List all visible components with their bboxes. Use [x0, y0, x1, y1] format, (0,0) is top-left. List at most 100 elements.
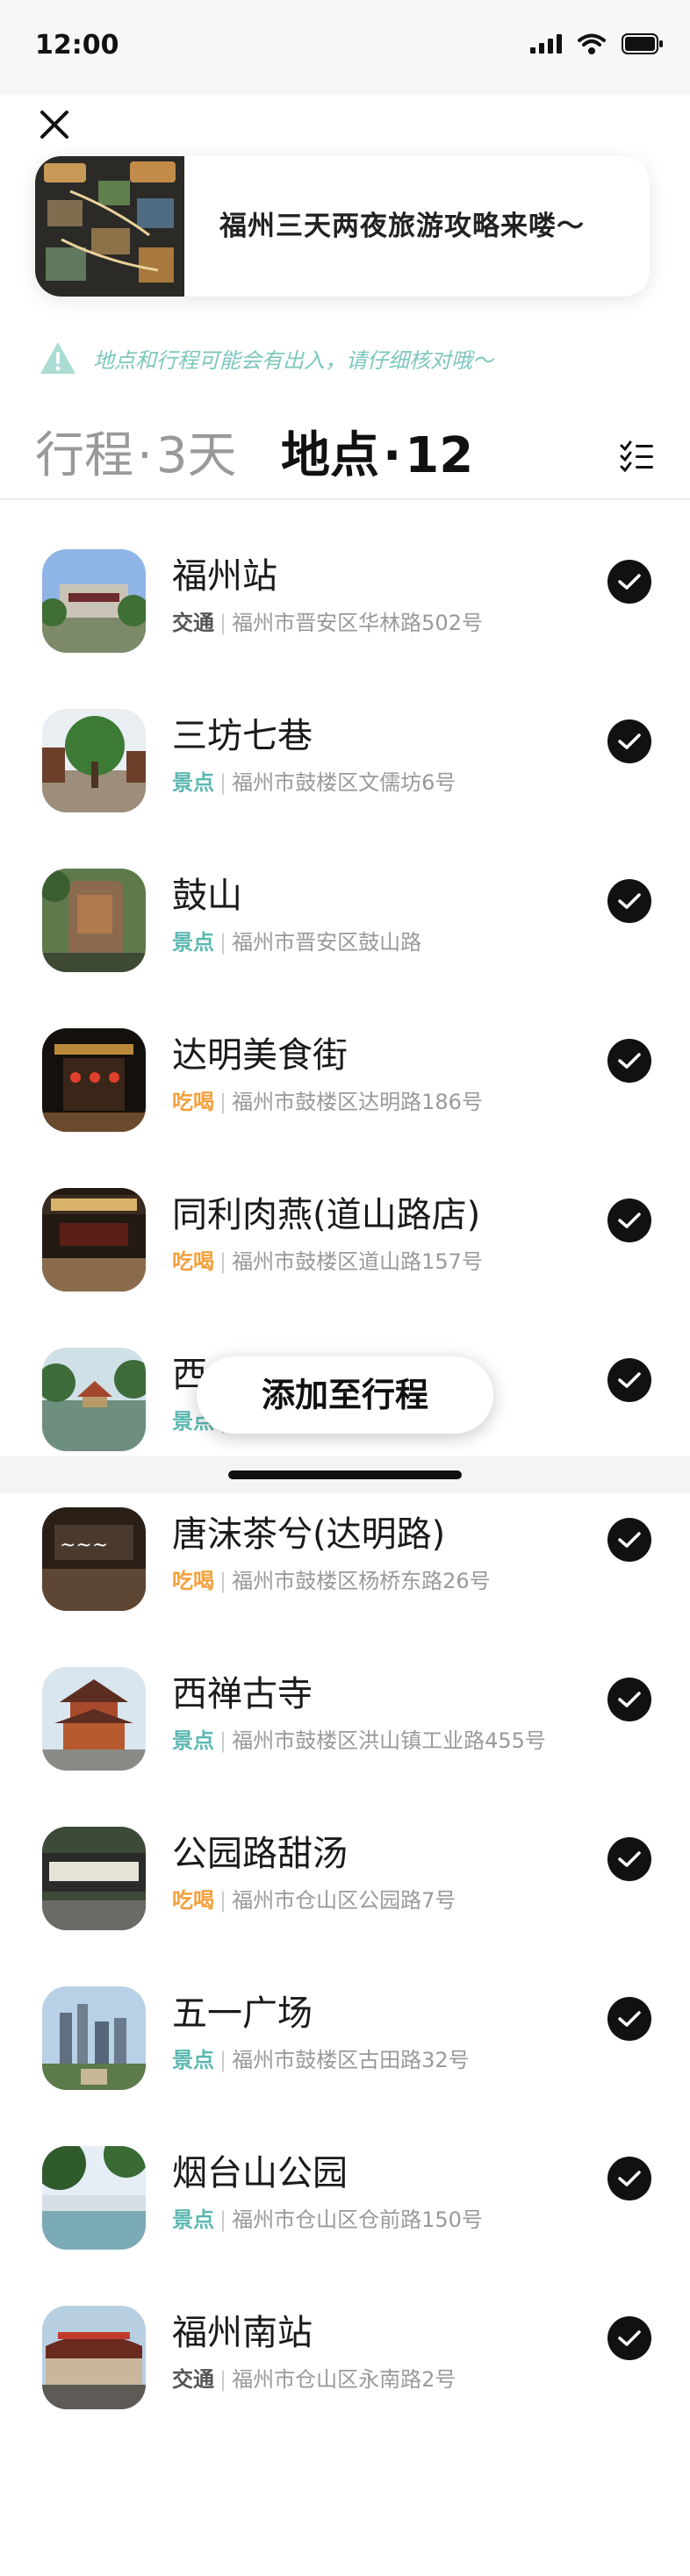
tab-itinerary[interactable]: 行程·3天 — [35, 421, 236, 491]
status-time: 12:00 — [35, 30, 119, 61]
place-checkbox[interactable] — [607, 879, 651, 923]
place-checkbox[interactable] — [607, 1518, 651, 1562]
checkmark-icon — [618, 1851, 641, 1867]
category-divider: | — [219, 2048, 227, 2072]
place-category: 景点 — [172, 2048, 214, 2072]
tab-places-label: 地点 — [281, 427, 379, 484]
place-row[interactable]: 鼓山景点 | 福州市晋安区鼓山路 — [0, 821, 690, 981]
add-to-itinerary-button[interactable]: 添加至行程 — [197, 1356, 493, 1434]
place-thumbnail — [42, 1348, 146, 1451]
tab-itinerary-label: 行程 — [35, 427, 133, 484]
place-subtitle: 吃喝 | 福州市鼓楼区达明路186号 — [172, 1084, 483, 1115]
place-name: 鼓山 — [172, 876, 242, 916]
place-address: 福州市鼓楼区达明路186号 — [232, 1090, 483, 1114]
guide-card[interactable]: 福州三天两夜旅游攻略来喽～ — [35, 156, 650, 297]
place-checkbox[interactable] — [607, 1837, 651, 1881]
place-checkbox[interactable] — [607, 2316, 651, 2360]
checklist-icon — [620, 440, 653, 473]
place-checkbox[interactable] — [607, 719, 651, 763]
place-category: 吃喝 — [172, 1569, 214, 1593]
place-category: 吃喝 — [172, 1888, 214, 1913]
place-thumbnail — [42, 1986, 146, 2090]
status-icons — [530, 33, 664, 54]
tab-itinerary-count: 3天 — [155, 427, 237, 484]
svg-text:~~~: ~~~ — [60, 1535, 108, 1556]
place-category: 景点 — [172, 1728, 214, 1753]
place-name: 同利肉燕(道山路店) — [172, 1195, 481, 1235]
place-name: 唐沫茶兮(达明路) — [172, 1514, 446, 1555]
checkmark-icon — [618, 2330, 641, 2346]
tab-places-separator: · — [383, 427, 402, 484]
guide-title: 福州三天两夜旅游攻略来喽～ — [219, 211, 585, 242]
place-checkbox[interactable] — [607, 1199, 651, 1242]
place-name: 福州南站 — [172, 2313, 313, 2353]
notice-text: 地点和行程可能会有出入，请仔细核对哦～ — [93, 347, 493, 373]
place-thumbnail — [42, 549, 146, 653]
category-divider: | — [219, 1569, 227, 1593]
place-row[interactable]: 三坊七巷景点 | 福州市鼓楼区文儒坊6号 — [0, 662, 690, 821]
tab-divider — [0, 498, 690, 500]
place-thumbnail — [42, 1028, 146, 1132]
place-thumbnail — [42, 1827, 146, 1930]
place-subtitle: 景点 | 福州市晋安区鼓山路 — [172, 925, 421, 955]
checkmark-icon — [618, 893, 641, 909]
category-divider: | — [219, 1249, 227, 1274]
place-checkbox[interactable] — [607, 1039, 651, 1083]
place-category: 景点 — [172, 770, 214, 795]
category-divider: | — [219, 2367, 227, 2392]
place-thumbnail — [42, 2306, 146, 2409]
checklist-button[interactable] — [620, 440, 655, 476]
place-row[interactable]: 五一广场 景点 | 福州市鼓楼区古田路32号 — [0, 1939, 690, 2099]
place-row[interactable]: 烟台山公园景点 | 福州市仓山区仓前路150号 — [0, 2099, 690, 2258]
home-indicator — [228, 1470, 462, 1479]
place-address: 福州市晋安区华林路502号 — [232, 611, 483, 635]
warning-icon — [40, 342, 75, 374]
place-subtitle: 景点 | 福州市鼓楼区洪山镇工业路455号 — [172, 1723, 546, 1754]
place-thumbnail — [42, 2146, 146, 2250]
place-subtitle: 吃喝 | 福州市仓山区公园路7号 — [172, 1883, 456, 1914]
checkmark-icon — [618, 574, 641, 590]
category-divider: | — [219, 770, 227, 795]
notice-banner: 地点和行程可能会有出入，请仔细核对哦～ — [39, 340, 493, 376]
place-row[interactable]: 西禅古寺 景点 | 福州市鼓楼区洪山镇工业路455号 — [0, 1620, 690, 1779]
close-button[interactable] — [33, 104, 75, 146]
place-name: 公园路甜汤 — [172, 1834, 348, 1874]
place-category: 吃喝 — [172, 1090, 214, 1114]
place-address: 福州市鼓楼区古田路32号 — [232, 2048, 470, 2072]
category-divider: | — [219, 1888, 227, 1913]
checkmark-icon — [618, 2011, 641, 2027]
place-thumbnail: ~~~ — [42, 1507, 146, 1611]
guide-thumbnail — [35, 156, 184, 297]
place-category: 交通 — [172, 2367, 214, 2392]
place-subtitle: 交通 | 福州市仓山区永南路2号 — [172, 2362, 456, 2393]
category-divider: | — [219, 1090, 227, 1114]
category-divider: | — [219, 2207, 227, 2232]
battery-icon — [622, 33, 663, 54]
checkmark-icon — [618, 733, 641, 749]
place-thumbnail — [42, 709, 146, 812]
place-checkbox[interactable] — [607, 1997, 651, 2041]
place-thumbnail — [42, 869, 146, 972]
category-divider: | — [219, 611, 227, 635]
place-name: 三坊七巷 — [172, 716, 313, 756]
checkmark-icon — [618, 1053, 641, 1069]
place-address: 福州市鼓楼区文儒坊6号 — [232, 770, 456, 795]
tab-places[interactable]: 地点·12 — [281, 421, 473, 491]
place-name: 烟台山公园 — [172, 2153, 348, 2193]
place-subtitle: 吃喝 | 福州市鼓楼区道山路157号 — [172, 1244, 483, 1275]
cellular-signal-icon — [530, 34, 562, 54]
place-row[interactable]: 同利肉燕(道山路店) 吃喝 | 福州市鼓楼区道山路157号 — [0, 1141, 690, 1300]
place-row[interactable]: 达明美食街 吃喝 | 福州市鼓楼区达明路186号 — [0, 981, 690, 1141]
tab-places-count: 12 — [405, 427, 474, 484]
place-row[interactable]: 公园路甜汤吃喝 | 福州市仓山区公园路7号 — [0, 1779, 690, 1939]
place-checkbox[interactable] — [607, 1358, 651, 1402]
place-checkbox[interactable] — [607, 2157, 651, 2200]
place-checkbox[interactable] — [607, 560, 651, 604]
place-checkbox[interactable] — [607, 1678, 651, 1721]
place-row[interactable]: 福州南站交通 | 福州市仓山区永南路2号 — [0, 2258, 690, 2418]
status-bar: 12:00 — [0, 0, 690, 95]
place-row[interactable]: 福州站 交通 | 福州市晋安区华林路502号 — [0, 502, 690, 662]
place-subtitle: 景点 | 福州市仓山区仓前路150号 — [172, 2202, 483, 2233]
place-address: 福州市仓山区公园路7号 — [232, 1888, 456, 1913]
checkmark-icon — [618, 1532, 641, 1548]
